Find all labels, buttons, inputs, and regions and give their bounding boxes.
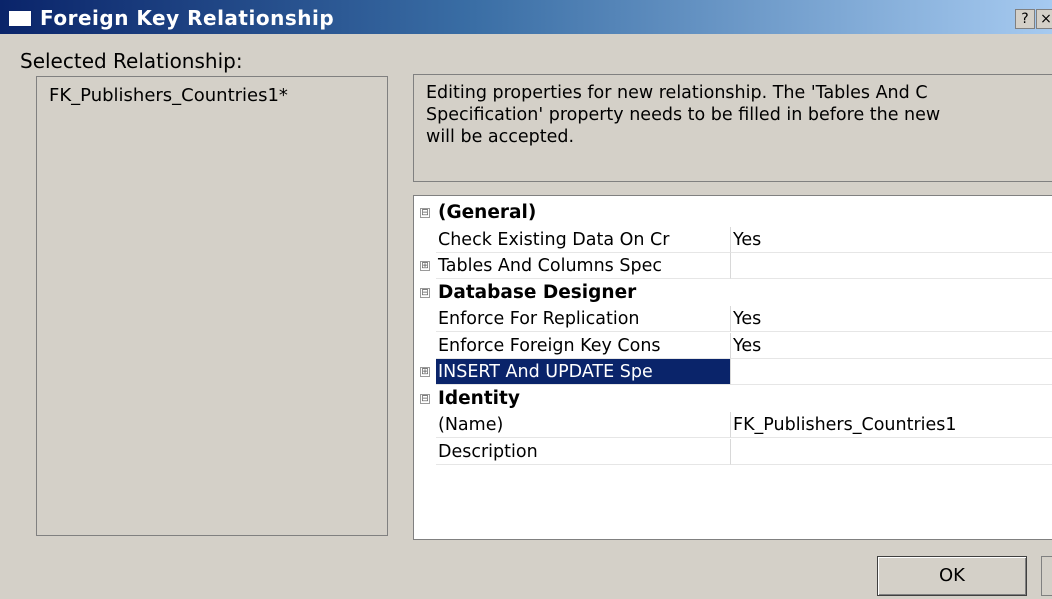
grid-row[interactable]: Check Existing Data On Cr Yes: [414, 226, 1052, 253]
window-title: Foreign Key Relationship: [40, 6, 335, 30]
selected-relationship-label: Selected Relationship:: [20, 49, 243, 73]
property-value[interactable]: [730, 359, 1052, 385]
category-label: Database Designer: [436, 279, 1052, 306]
grid-category[interactable]: ⊟ (General): [414, 200, 1052, 226]
ok-button[interactable]: OK: [877, 556, 1027, 596]
expand-icon[interactable]: ⊞: [420, 367, 430, 377]
grid-row[interactable]: ⊞ INSERT And UPDATE Spe: [414, 359, 1052, 385]
property-name[interactable]: Description: [436, 439, 730, 465]
property-value[interactable]: FK_Publishers_Countries1: [730, 412, 1052, 438]
grid-category[interactable]: ⊟ Database Designer: [414, 279, 1052, 306]
property-name[interactable]: Tables And Columns Spec: [436, 253, 730, 279]
description-line: Editing properties for new relationship.…: [426, 83, 928, 103]
property-value[interactable]: [730, 438, 1052, 465]
property-name[interactable]: Enforce For Replication: [436, 306, 730, 332]
relationship-list[interactable]: FK_Publishers_Countries1*: [36, 76, 388, 536]
collapse-icon[interactable]: ⊟: [420, 208, 430, 218]
grid-row[interactable]: Enforce For Replication Yes: [414, 306, 1052, 332]
title-bar[interactable]: Foreign Key Relationship ? ×: [0, 0, 1052, 34]
grid-row[interactable]: (Name) FK_Publishers_Countries1: [414, 412, 1052, 438]
grid-row[interactable]: ⊞ Tables And Columns Spec: [414, 253, 1052, 279]
property-value[interactable]: Yes: [730, 332, 1052, 359]
grid-row[interactable]: Description: [414, 438, 1052, 465]
property-grid[interactable]: ⊟ (General) Check Existing Data On Cr Yes ⊞ T…: [413, 195, 1052, 540]
category-label: (General): [436, 200, 1052, 226]
cancel-button[interactable]: [1041, 556, 1052, 596]
close-button[interactable]: ×: [1036, 9, 1052, 29]
window-icon: [8, 10, 32, 27]
grid-category[interactable]: ⊟ Identity: [414, 385, 1052, 412]
help-button[interactable]: ?: [1015, 9, 1035, 29]
property-name[interactable]: INSERT And UPDATE Spe: [436, 359, 730, 385]
description-panel: Editing properties for new relationship.…: [413, 74, 1052, 182]
property-value[interactable]: Yes: [730, 306, 1052, 332]
property-name[interactable]: Check Existing Data On Cr: [436, 227, 730, 253]
property-name[interactable]: (Name): [436, 412, 730, 438]
category-label: Identity: [436, 385, 1052, 412]
collapse-icon[interactable]: ⊟: [420, 393, 430, 404]
property-value[interactable]: Yes: [730, 226, 1052, 253]
property-value[interactable]: [730, 253, 1052, 279]
list-item[interactable]: FK_Publishers_Countries1*: [49, 85, 288, 106]
expand-icon[interactable]: ⊞: [420, 261, 430, 271]
description-line: Specification' property needs to be fill…: [426, 105, 941, 125]
collapse-icon[interactable]: ⊟: [420, 287, 430, 298]
grid-row[interactable]: Enforce Foreign Key Cons Yes: [414, 332, 1052, 359]
description-line: will be accepted.: [426, 127, 575, 147]
property-name[interactable]: Enforce Foreign Key Cons: [436, 333, 730, 359]
